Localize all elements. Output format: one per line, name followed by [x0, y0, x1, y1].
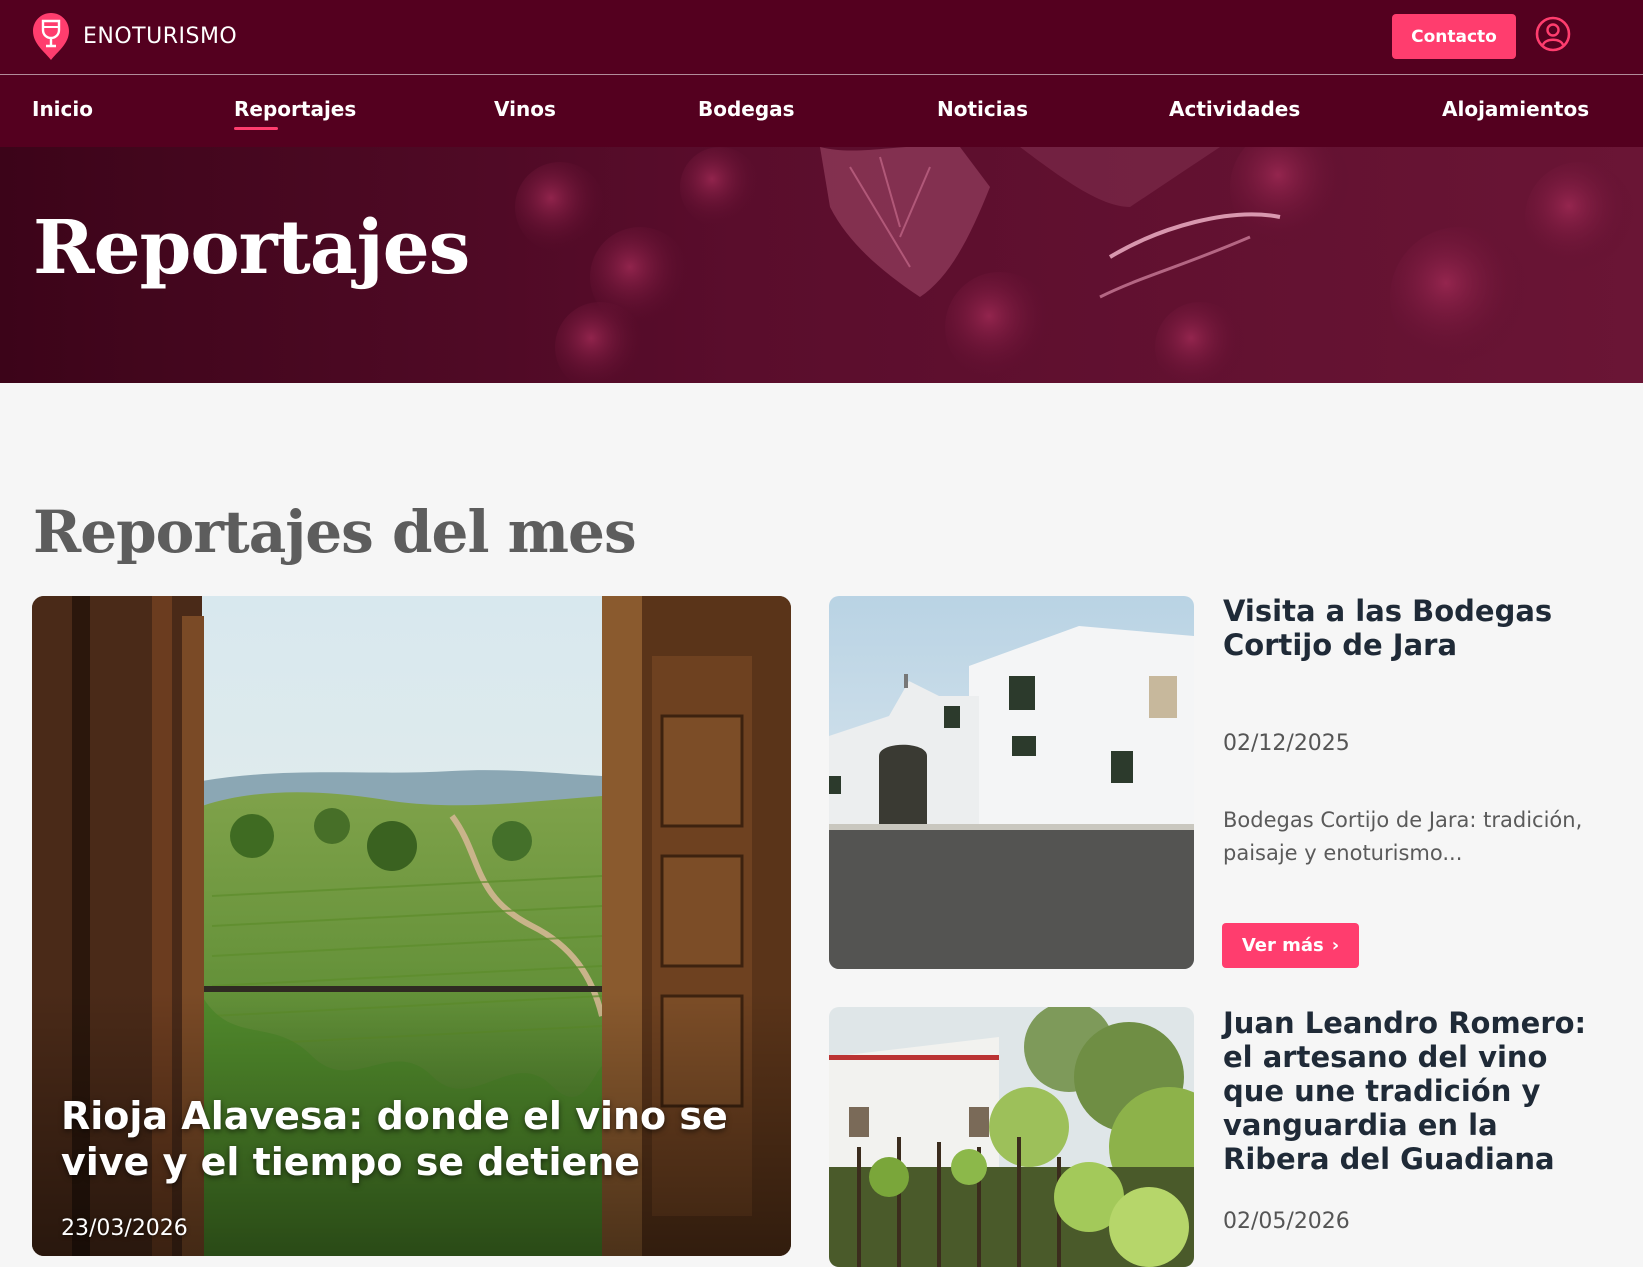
- wine-glass-pin-icon: [33, 13, 69, 60]
- article-date: 02/05/2026: [1223, 1209, 1350, 1234]
- read-more-label: Ver más: [1241, 935, 1324, 956]
- chevron-right-icon: ›: [1331, 934, 1340, 956]
- article-thumbnail[interactable]: [829, 596, 1194, 969]
- article-excerpt: Bodegas Cortijo de Jara: tradición, pais…: [1223, 808, 1583, 865]
- read-more-button[interactable]: Ver más ›: [1222, 923, 1359, 968]
- nav-item-vinos[interactable]: Vinos: [494, 97, 556, 121]
- nav-item-actividades[interactable]: Actividades: [1169, 97, 1300, 121]
- featured-article-card[interactable]: Rioja Alavesa: donde el vino se vive y e…: [32, 596, 791, 1256]
- section-title: Reportajes del mes: [33, 498, 637, 566]
- whitewashed-winery-image: [829, 596, 1194, 969]
- hero-banner: Reportajes: [0, 147, 1643, 383]
- nav-item-bodegas[interactable]: Bodegas: [698, 97, 795, 121]
- article-thumbnail[interactable]: [829, 1007, 1194, 1267]
- main-nav: Inicio Reportajes Vinos Bodegas Noticias…: [0, 75, 1643, 147]
- article-date: 02/12/2025: [1223, 731, 1350, 756]
- page-title: Reportajes: [33, 205, 470, 291]
- user-circle-icon[interactable]: [1535, 16, 1571, 52]
- site-logo[interactable]: ENOTURISMO: [31, 12, 237, 61]
- vineyard-house-image: [829, 1007, 1194, 1267]
- logo-text: ENOTURISMO: [83, 24, 238, 49]
- article-title[interactable]: Visita a las Bodegas Cortijo de Jara: [1223, 594, 1583, 662]
- nav-item-inicio[interactable]: Inicio: [32, 97, 93, 121]
- top-bar: ENOTURISMO Contacto: [0, 0, 1643, 75]
- contact-button[interactable]: Contacto: [1392, 14, 1516, 59]
- article-title[interactable]: Juan Leandro Romero: el artesano del vin…: [1223, 1006, 1613, 1176]
- nav-item-reportajes[interactable]: Reportajes: [234, 97, 356, 130]
- nav-item-alojamientos[interactable]: Alojamientos: [1442, 97, 1589, 121]
- nav-item-noticias[interactable]: Noticias: [937, 97, 1028, 121]
- featured-article-title[interactable]: Rioja Alavesa: donde el vino se vive y e…: [61, 1093, 761, 1185]
- featured-article-date: 23/03/2026: [61, 1216, 188, 1241]
